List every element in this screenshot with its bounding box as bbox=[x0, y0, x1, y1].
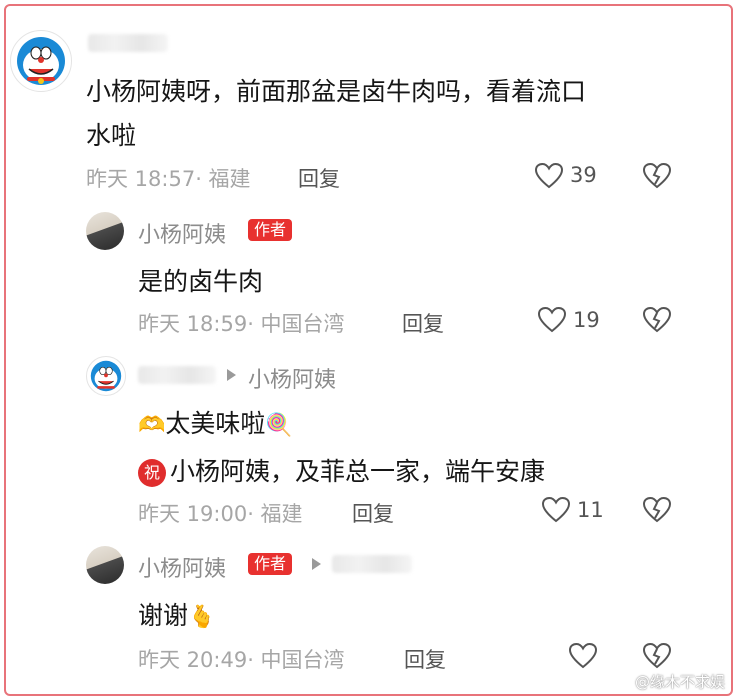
heart-icon[interactable] bbox=[541, 496, 571, 524]
like-count: 19 bbox=[573, 308, 600, 332]
reply-button[interactable]: 回复 bbox=[404, 644, 446, 674]
blurred-username bbox=[138, 366, 216, 384]
comment-meta: 昨天 19:00· 福建 bbox=[138, 502, 303, 526]
username[interactable]: 小杨阿姨 bbox=[138, 551, 226, 583]
comment-meta: 昨天 18:57· 福建 bbox=[86, 167, 251, 191]
reply-arrow-icon bbox=[312, 558, 321, 570]
comment-text-continued: 水啦 bbox=[86, 121, 137, 150]
doraemon-avatar[interactable] bbox=[86, 356, 126, 396]
comment-meta: 昨天 20:49· 中国台湾 bbox=[138, 648, 345, 672]
author-badge: 作者 bbox=[248, 553, 293, 575]
broken-heart-icon[interactable] bbox=[642, 642, 672, 670]
username[interactable]: 小杨阿姨 bbox=[138, 217, 226, 249]
broken-heart-icon[interactable] bbox=[642, 306, 672, 334]
comment-meta: 昨天 18:59· 中国台湾 bbox=[138, 312, 345, 336]
blessing-badge-icon: 祝 bbox=[138, 459, 166, 487]
heart-icon[interactable] bbox=[568, 642, 598, 670]
comment-text: 🫶太美味啦🍭 bbox=[138, 409, 293, 438]
comment-text: 谢谢🫰 bbox=[138, 601, 216, 630]
blurred-username bbox=[88, 34, 168, 52]
reply-button[interactable]: 回复 bbox=[352, 498, 394, 528]
author-avatar[interactable] bbox=[86, 546, 124, 584]
lollipop-emoji-icon: 🍭 bbox=[265, 413, 293, 438]
like-count: 11 bbox=[577, 498, 604, 522]
comment-text: 是的卤牛肉 bbox=[138, 267, 264, 296]
heart-icon[interactable] bbox=[534, 162, 564, 190]
reply-arrow-icon bbox=[227, 369, 236, 381]
author-avatar[interactable] bbox=[86, 212, 124, 250]
broken-heart-icon[interactable] bbox=[642, 496, 672, 524]
doraemon-avatar[interactable] bbox=[10, 30, 72, 92]
heart-icon[interactable] bbox=[537, 306, 567, 334]
heart-fingers-emoji-icon: 🫰 bbox=[188, 605, 216, 630]
doraemon-icon bbox=[17, 37, 65, 85]
reply-button[interactable]: 回复 bbox=[298, 163, 340, 193]
author-badge: 作者 bbox=[248, 219, 293, 241]
broken-heart-icon[interactable] bbox=[642, 162, 672, 190]
blurred-username bbox=[332, 555, 412, 573]
reply-to-username[interactable]: 小杨阿姨 bbox=[248, 362, 336, 394]
heart-hands-emoji-icon: 🫶 bbox=[138, 413, 166, 438]
comment-text-continued: 祝小杨阿姨，及菲总一家，端午安康 bbox=[138, 452, 545, 488]
doraemon-icon bbox=[90, 360, 122, 392]
like-count: 39 bbox=[570, 163, 597, 187]
watermark: @缘木不求娱 bbox=[634, 673, 725, 691]
comment-text: 小杨阿姨呀，前面那盆是卤牛肉吗，看着流口 bbox=[86, 77, 587, 106]
reply-button[interactable]: 回复 bbox=[402, 308, 444, 338]
